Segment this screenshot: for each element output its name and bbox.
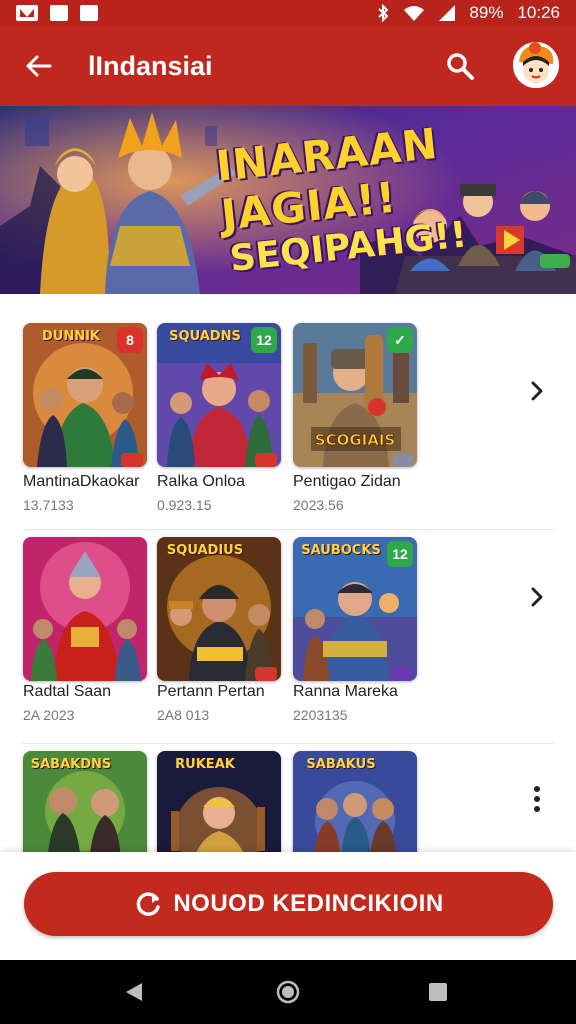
nav-back-icon	[126, 983, 142, 1001]
game-title[interactable]: Radtal Saan	[23, 683, 148, 705]
game-logo-text: SABAKDNS	[30, 757, 112, 772]
system-nav-bar	[0, 960, 576, 1024]
signal-icon	[439, 5, 456, 21]
refresh-icon	[137, 892, 161, 916]
page-title: lIndansiai	[88, 50, 213, 81]
game-meta: 2023.56	[293, 497, 344, 513]
primary-action-button[interactable]: NOUOD KEDINCIKIOIN	[24, 872, 553, 936]
chevron-right-icon	[531, 587, 543, 607]
game-logo-text: SAUBOCKS	[301, 543, 381, 558]
avatar-image	[513, 42, 559, 88]
chevron-right-icon	[531, 381, 543, 401]
clock: 10:26	[517, 3, 560, 22]
game-badge: 8	[117, 327, 143, 353]
row-divider	[22, 529, 554, 530]
row-divider	[22, 743, 554, 744]
search-icon	[447, 53, 474, 80]
game-art	[23, 537, 147, 681]
game-title[interactable]: Ranna Mareka	[293, 683, 418, 705]
game-logo-text: SCOGIAIS	[315, 431, 395, 449]
avatar[interactable]	[513, 42, 559, 88]
back-arrow-icon	[26, 55, 52, 77]
game-logo-text: RUKEAK	[175, 757, 235, 772]
game-title[interactable]: Pertann Pertan	[157, 683, 282, 705]
game-logo-text: DUNNIK	[41, 329, 101, 344]
game-meta: 2A8 013	[157, 707, 210, 723]
game-tile-6[interactable]: SAUBOCKS 12	[293, 537, 417, 681]
back-button[interactable]	[0, 26, 76, 106]
game-tile-3[interactable]: SCOGIAIS ✓	[293, 323, 417, 467]
game-badge: ✓	[387, 327, 413, 353]
game-title[interactable]: Ralka Onloa	[157, 473, 282, 495]
battery-level: 89%	[469, 3, 504, 22]
game-meta: 0.923.15	[157, 497, 212, 513]
game-tile-5[interactable]: SQUADIUS	[157, 537, 281, 681]
game-meta: 2203135	[293, 707, 348, 723]
game-badge: 12	[251, 327, 277, 353]
game-logo-text: SQUADNS	[169, 329, 241, 344]
game-title[interactable]: MantinaDkaokar	[23, 473, 148, 495]
row-next-button[interactable]	[522, 577, 552, 617]
game-logo-text: SABAKUS	[306, 757, 376, 772]
status-bar: 89% 10:26	[0, 0, 576, 26]
gallery-icon	[16, 5, 38, 21]
promo-banner[interactable]: INARAAN JAGIA!! SEQIPAHG!!	[0, 106, 576, 294]
nav-home-icon	[276, 980, 300, 1004]
wifi-icon	[404, 6, 425, 21]
nav-recents-button[interactable]	[422, 976, 454, 1008]
row-next-button[interactable]	[522, 371, 552, 411]
game-tile-2[interactable]: SQUADNS 12	[157, 323, 281, 467]
app-bar: lIndansiai	[0, 26, 576, 106]
game-title[interactable]: Pentigao Zidan	[293, 473, 418, 495]
nav-home-button[interactable]	[272, 976, 304, 1008]
more-vert-icon	[534, 786, 540, 812]
game-badge: 12	[387, 541, 413, 567]
search-button[interactable]	[440, 46, 480, 86]
nav-back-button[interactable]	[118, 976, 150, 1008]
row-more-button[interactable]	[522, 779, 552, 819]
nav-recents-icon	[429, 983, 447, 1001]
game-tile-1[interactable]: DUNNIK 8	[23, 323, 147, 467]
notification-icon	[50, 5, 68, 21]
game-logo-text: SQUADIUS	[166, 543, 244, 558]
game-art	[157, 537, 281, 681]
app-notification-icon	[80, 5, 98, 21]
primary-action-label: NOUOD KEDINCIKIOIN	[173, 890, 444, 917]
game-meta: 2A 2023	[23, 707, 75, 723]
game-meta: 13.7133	[23, 497, 74, 513]
bluetooth-icon	[378, 4, 389, 22]
game-tile-4[interactable]	[23, 537, 147, 681]
